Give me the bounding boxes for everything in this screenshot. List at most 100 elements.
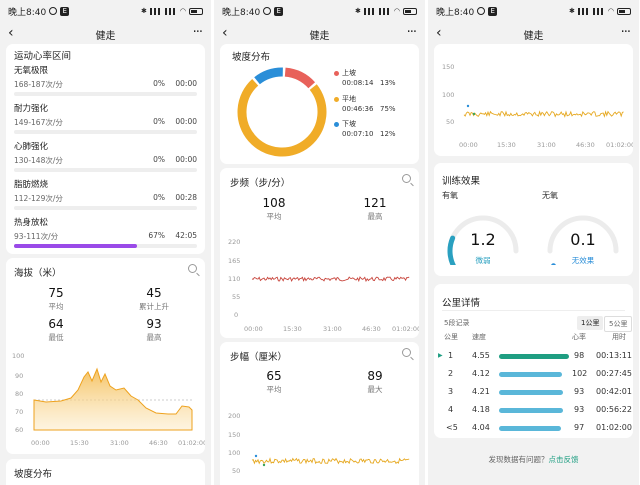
status-bar: 晚上8:40 E ✱ ◠ xyxy=(0,0,211,22)
page-title: 健走 xyxy=(309,30,330,42)
back-icon[interactable]: ‹ xyxy=(222,26,228,40)
km-cell: 1 xyxy=(448,351,454,360)
slope-title: 坡度分布 xyxy=(232,52,271,63)
hr-zone-time: 00:00 xyxy=(175,117,197,126)
y-tick: 60 xyxy=(15,426,23,434)
screen-right: 晚上8:40 E ✱ ◠ ‹ 健走 ··· 150 100 50 00:00 1… xyxy=(428,0,639,485)
y-tick: 0 xyxy=(234,311,238,319)
nav-bar: ‹ 健走 ··· xyxy=(214,22,425,46)
x-tick: 15:30 xyxy=(70,439,89,447)
y-tick: 165 xyxy=(228,257,240,265)
zoom-icon[interactable] xyxy=(402,174,411,183)
stride-line xyxy=(251,457,410,465)
table-row: 3 4.21 93 00:42:01 xyxy=(442,383,632,401)
status-bar: 晚上8:40 E ✱ ◠ xyxy=(214,0,425,22)
hr-zone-name: 无氧极限 xyxy=(14,66,49,76)
hr-zone-item: 脂肪燃烧 112-129次/分 0% 00:28 xyxy=(14,178,197,212)
y-tick: 110 xyxy=(228,275,240,283)
screen-middle: 晚上8:40 E ✱ ◠ ‹ 健走 ··· 坡度分布 上坡 00:08:14 1… xyxy=(214,0,425,485)
flat-pct: 75% xyxy=(380,105,396,113)
training-card: 训练效果 有氧 无氧 1.2 微弱 0.1 无效果 xyxy=(434,163,633,276)
status-time: 晚上8:40 xyxy=(222,7,261,18)
hr-zone-title: 运动心率区间 xyxy=(14,51,72,62)
hr-zone-pct: 0% xyxy=(153,79,165,88)
x-tick: 46:30 xyxy=(149,439,168,447)
altitude-title: 海拔（米） xyxy=(14,268,62,279)
wifi-icon: ◠ xyxy=(179,7,186,15)
hr-zone-item: 耐力强化 149-167次/分 0% 00:00 xyxy=(14,102,197,136)
y-tick: 70 xyxy=(15,408,23,416)
speed-cell: 4.12 xyxy=(472,369,490,378)
km-col-header: 公里 xyxy=(444,333,458,341)
altitude-max-value: 93 xyxy=(146,317,162,331)
more-icon[interactable]: ··· xyxy=(193,25,203,40)
speed-bar xyxy=(499,426,561,431)
hr-zone-time: 42:05 xyxy=(175,231,197,240)
time-cell: 00:42:01 xyxy=(596,387,632,396)
screen-left: 晚上8:40 E ✱ ◠ ‹ 健走 ··· 运动心率区间 无氧极限 168-18… xyxy=(0,0,211,485)
flat-label: 平地 xyxy=(342,95,356,103)
hr-zone-card: 运动心率区间 无氧极限 168-187次/分 0% 00:00 耐力强化 149-… xyxy=(6,44,205,254)
tab-5km[interactable]: 5公里 xyxy=(604,316,633,332)
zoom-icon[interactable] xyxy=(188,264,197,273)
tab-1km[interactable]: 1公里 xyxy=(577,316,604,330)
alarm-icon xyxy=(49,7,58,15)
stride-card: 步幅（厘米） 65 平均 89 最大 200 150 100 50 xyxy=(220,342,419,485)
table-row: 2 4.12 102 00:27:45 xyxy=(442,365,632,383)
km-cell: <5 xyxy=(446,423,458,432)
signal-icon xyxy=(577,7,590,15)
uphill-time: 00:08:14 xyxy=(342,79,374,87)
y-tick: 100 xyxy=(228,449,240,457)
back-icon[interactable]: ‹ xyxy=(436,26,442,40)
km-table-header: 公里 速度 心率 用时 xyxy=(434,332,633,344)
hr-zone-item: 无氧极限 168-187次/分 0% 00:00 xyxy=(14,64,197,98)
signal-icon xyxy=(363,7,376,15)
bluetooth-icon: ✱ xyxy=(141,7,147,15)
more-icon[interactable]: ··· xyxy=(621,25,631,40)
hr-zone-bar xyxy=(14,168,197,172)
training-title: 训练效果 xyxy=(442,176,481,187)
hr-cell: 98 xyxy=(574,351,585,360)
zoom-icon[interactable] xyxy=(402,348,411,357)
table-row: <5 4.04 97 01:02:00 xyxy=(442,419,632,437)
time-cell: 01:02:00 xyxy=(596,423,632,432)
slope-card: 坡度分布 上坡 00:08:14 13% 平地 00:46:36 75% 下坡 … xyxy=(220,44,419,164)
bluetooth-icon: ✱ xyxy=(569,7,575,15)
nav-bar: ‹ 健走 ··· xyxy=(428,22,639,46)
feedback-link[interactable]: 点击反馈 xyxy=(549,455,579,464)
altitude-max-label: 最高 xyxy=(146,333,162,342)
back-icon[interactable]: ‹ xyxy=(8,26,14,40)
aerobic-desc: 微弱 xyxy=(475,256,491,265)
downhill-dot xyxy=(334,122,339,127)
flat-time: 00:46:36 xyxy=(342,105,374,113)
stride-avg-label: 平均 xyxy=(266,385,282,394)
signal-icon-2 xyxy=(164,7,177,15)
signal-icon-2 xyxy=(378,7,391,15)
speed-cell: 4.04 xyxy=(472,423,490,432)
x-tick: 46:30 xyxy=(362,325,381,333)
hr-zone-name: 热身放松 xyxy=(14,218,49,228)
anaerobic-desc: 无效果 xyxy=(571,256,595,265)
stride-point xyxy=(254,454,258,458)
hr-zone-name: 脂肪燃烧 xyxy=(14,180,49,190)
y-tick: 55 xyxy=(232,293,240,301)
slope-card-partial: 坡度分布 xyxy=(6,459,205,485)
cadence-chart: 220 165 110 55 0 00:00 15:30 31:00 46:30… xyxy=(228,238,419,333)
x-tick: 46:30 xyxy=(576,141,595,149)
stride-title: 步幅（厘米） xyxy=(230,352,288,363)
anaerobic-label: 无氧 xyxy=(542,191,558,200)
speed-bar xyxy=(499,354,569,359)
uphill-dot xyxy=(334,71,339,76)
slope-segment xyxy=(284,67,316,89)
hr-zone-time: 00:00 xyxy=(175,79,197,88)
slope-segment xyxy=(237,78,327,157)
more-icon[interactable]: ··· xyxy=(407,25,417,40)
hr-zone-item: 热身放松 93-111次/分 67% 42:05 xyxy=(14,216,197,250)
stride-max-label: 最大 xyxy=(367,385,383,394)
table-row: ▶ 1 4.55 98 00:13:11 xyxy=(438,347,632,365)
hr-cell: 102 xyxy=(572,369,588,378)
altitude-gain-value: 45 xyxy=(146,286,162,300)
speed-bar xyxy=(499,408,563,413)
x-tick: 31:00 xyxy=(323,325,342,333)
x-tick: 31:00 xyxy=(537,141,556,149)
